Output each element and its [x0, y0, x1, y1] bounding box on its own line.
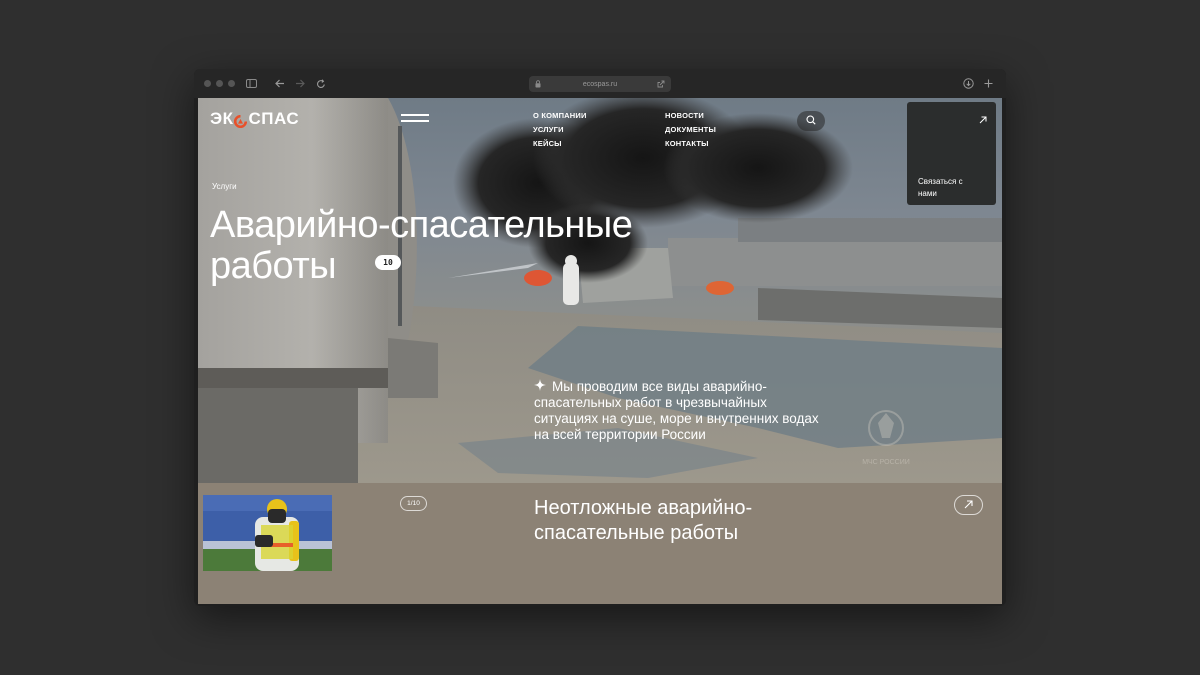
back-arrow-icon[interactable]: [274, 76, 286, 91]
lock-icon: [535, 80, 541, 90]
slider-pager: 1/10: [400, 496, 427, 511]
nav-link-news[interactable]: НОВОСТИ: [665, 111, 704, 120]
page-title: Аварийно-спасательные работы: [210, 205, 770, 287]
download-icon[interactable]: [962, 76, 974, 91]
logo-text-left: ЭК: [210, 109, 234, 128]
sparkle-icon: [534, 379, 546, 395]
browser-window: ecospas.ru МЧС РОССИИ ЭК СПАС О КОМПАНИИ…: [194, 69, 1006, 606]
search-icon: [806, 112, 816, 130]
forward-arrow-icon[interactable]: [294, 76, 306, 91]
breadcrumb[interactable]: Услуги: [212, 182, 237, 191]
window-minimize-dot[interactable]: [216, 80, 223, 87]
service-title[interactable]: Неотложные аварийно-спасательные работы: [534, 496, 864, 546]
nav-link-cases[interactable]: КЕЙСЫ: [533, 139, 562, 148]
reload-icon[interactable]: [315, 76, 327, 91]
sidebar-icon[interactable]: [245, 76, 257, 91]
hero-watermark: МЧС РОССИИ: [862, 459, 910, 466]
nav-link-contacts[interactable]: КОНТАКТЫ: [665, 139, 709, 148]
hero-description: Мы проводим все виды аварийно-спасательн…: [534, 379, 824, 443]
service-thumbnail[interactable]: [203, 495, 332, 571]
contact-us-button[interactable]: Связаться с нами: [907, 102, 996, 205]
hero-section: МЧС РОССИИ ЭК СПАС О КОМПАНИИ УСЛУГИ КЕЙ…: [198, 98, 1002, 483]
plus-icon[interactable]: [982, 76, 994, 91]
address-bar[interactable]: ecospas.ru: [529, 76, 671, 92]
arrow-up-right-icon: [964, 496, 973, 514]
browser-toolbar: ecospas.ru: [194, 69, 1006, 98]
site-logo[interactable]: ЭК СПАС: [210, 109, 299, 129]
services-count-badge: 10: [375, 255, 401, 270]
nav-link-about[interactable]: О КОМПАНИИ: [533, 111, 587, 120]
contact-us-label: Связаться с нами: [918, 177, 963, 198]
hero-description-text: Мы проводим все виды аварийно-спасательн…: [534, 379, 819, 442]
window-close-dot[interactable]: [204, 80, 211, 87]
share-icon[interactable]: [657, 80, 665, 90]
page-title-line-1: Аварийно-спасательные: [210, 204, 633, 246]
search-button[interactable]: [797, 111, 825, 131]
arrow-up-right-icon: [979, 111, 987, 129]
logo-mark-icon: [234, 113, 248, 128]
services-slider: 1/10 Неотложные аварийно-спасательные ра…: [198, 483, 1002, 604]
page-title-line-2: работы: [210, 245, 337, 287]
menu-icon[interactable]: [401, 112, 429, 124]
window-maximize-dot[interactable]: [228, 80, 235, 87]
service-open-button[interactable]: [954, 495, 983, 515]
address-bar-text: ecospas.ru: [582, 80, 618, 88]
nav-link-documents[interactable]: ДОКУМЕНТЫ: [665, 125, 716, 134]
page-viewport: МЧС РОССИИ ЭК СПАС О КОМПАНИИ УСЛУГИ КЕЙ…: [198, 98, 1002, 604]
nav-link-services[interactable]: УСЛУГИ: [533, 125, 564, 134]
logo-text-right: СПАС: [248, 109, 300, 128]
rescuer-photo: [203, 495, 332, 571]
